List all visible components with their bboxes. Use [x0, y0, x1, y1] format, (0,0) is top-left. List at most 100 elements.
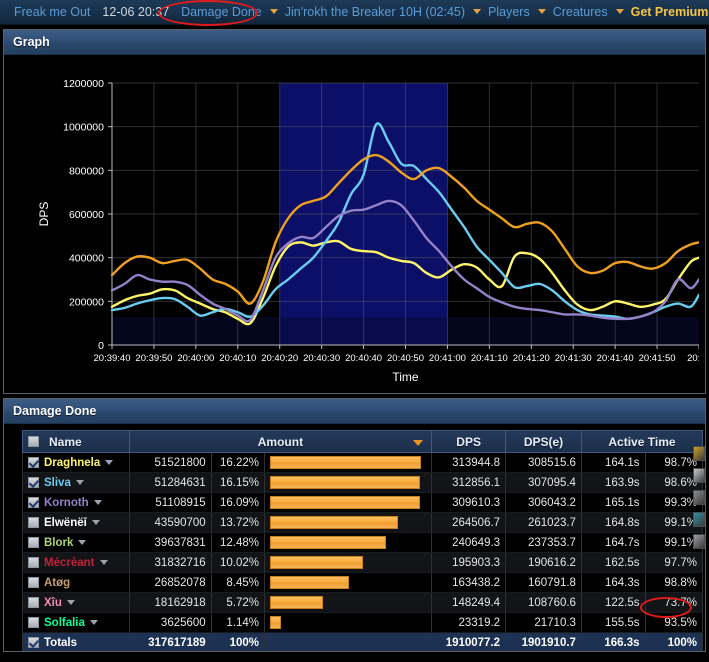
column-header-name[interactable]: Name	[22, 430, 130, 453]
ability-icon[interactable]	[693, 490, 705, 505]
amount-bar-track	[270, 516, 426, 529]
table-row[interactable]: Blork 39637831 12.48% 240649.3 237353.7 164.7…	[22, 532, 704, 553]
chevron-down-icon-damage-done[interactable]	[269, 9, 278, 14]
column-header-amount-label: Amount	[257, 434, 304, 449]
table-cell-totals-name[interactable]: Totals	[22, 632, 130, 651]
y-axis-tick-label: 1200000	[63, 78, 104, 90]
ability-icon[interactable]	[693, 534, 705, 549]
column-header-active-time[interactable]: Active Time	[580, 430, 704, 453]
row-checkbox[interactable]	[28, 556, 39, 568]
player-name-label[interactable]: Kornoth	[44, 497, 89, 509]
table-cell-percent: 16.09%	[210, 492, 266, 513]
row-checkbox[interactable]	[28, 516, 39, 528]
chevron-down-icon-player[interactable]	[91, 519, 100, 525]
sort-descending-icon[interactable]	[413, 440, 424, 446]
amount-bar-fill	[270, 516, 398, 529]
table-cell-amount: 26852078	[128, 572, 212, 593]
player-name-label[interactable]: Solfalia	[44, 617, 85, 629]
table-cell-active-percent: 73.7%	[644, 592, 704, 613]
column-header-dps-effective[interactable]: DPS(e)	[505, 430, 582, 453]
table-cell-amount: 31832716	[128, 552, 212, 573]
x-axis-tick-label: 20:40:40	[345, 353, 382, 364]
table-row[interactable]: Atøg 26852078 8.45% 163438.2 160791.8 164.3s 9…	[22, 572, 704, 593]
nav-item-encounter[interactable]: Jin'rokh the Breaker 10H (02:45)	[279, 0, 471, 25]
chevron-down-icon-player[interactable]	[89, 619, 98, 625]
chevron-down-icon-player[interactable]	[78, 539, 87, 545]
table-cell-amount: 51108915	[128, 492, 212, 513]
player-name-label[interactable]: Atøg	[44, 577, 70, 589]
row-checkbox[interactable]	[28, 496, 39, 508]
table-cell-amount: 3625600	[128, 612, 212, 633]
table-cell-amount-bar	[264, 572, 433, 593]
table-cell-name[interactable]: Mécrèant	[22, 552, 130, 573]
player-name-label[interactable]: Draghnela	[44, 457, 100, 469]
column-header-dps[interactable]: DPS	[431, 430, 507, 453]
table-cell-amount: 39637831	[128, 532, 212, 553]
row-checkbox[interactable]	[28, 476, 39, 488]
row-checkbox[interactable]	[28, 536, 39, 548]
table-cell-name[interactable]: Blork	[22, 532, 130, 553]
totals-checkbox[interactable]	[28, 636, 39, 648]
ability-icon[interactable]	[693, 512, 705, 527]
table-row[interactable]: Sliva 51284631 16.15% 312856.1 307095.4 163.9…	[22, 472, 704, 493]
table-cell-dps-effective: 261023.7	[505, 512, 582, 533]
table-row[interactable]: Elwënëī 43590700 13.72% 264506.7 261023.7 164…	[22, 512, 704, 533]
nav-item-damage-done[interactable]: Damage Done	[175, 0, 268, 25]
player-name-label[interactable]: Blork	[44, 537, 73, 549]
table-cell-amount: 51284631	[128, 472, 212, 493]
table-cell-name[interactable]: Solfalia	[22, 612, 130, 633]
top-navigation-bar: Freak me Out 12-06 20:37 Damage Done Jin…	[0, 0, 709, 25]
chevron-down-icon-players[interactable]	[537, 9, 546, 14]
table-row[interactable]: Draghnela 51521800 16.22% 313944.8 308515.6 1…	[22, 452, 704, 473]
ability-icon[interactable]	[693, 446, 705, 461]
amount-bar-fill	[270, 596, 324, 609]
chevron-down-icon-player[interactable]	[66, 599, 75, 605]
table-row[interactable]: Solfalia 3625600 1.14% 23319.2 21710.3 155.5s…	[22, 612, 704, 633]
select-all-checkbox[interactable]	[28, 436, 39, 447]
table-cell-name[interactable]: Xîu	[22, 592, 130, 613]
player-name-label[interactable]: Mécrèant	[44, 557, 95, 569]
nav-item-players[interactable]: Players	[482, 0, 536, 25]
chevron-down-icon-player[interactable]	[105, 459, 114, 465]
table-cell-name[interactable]: Sliva	[22, 472, 130, 493]
table-cell-totals-dps: 1910077.2	[431, 632, 507, 651]
nav-item-get-premium[interactable]: Get Premium	[625, 0, 709, 25]
player-name-label[interactable]: Xîu	[44, 597, 62, 609]
chevron-down-icon-player[interactable]	[93, 499, 102, 505]
table-cell-name[interactable]: Atøg	[22, 572, 130, 593]
player-name-label[interactable]: Sliva	[44, 477, 71, 489]
table-row[interactable]: Kornoth 51108915 16.09% 309610.3 306043.2 165…	[22, 492, 704, 513]
player-name-label[interactable]: Elwënëī	[44, 517, 87, 529]
x-axis-tick-label: 20:40:20	[261, 353, 298, 364]
chevron-down-icon-creatures[interactable]	[615, 9, 624, 14]
amount-bar-fill	[270, 456, 422, 469]
column-header-amount[interactable]: Amount	[128, 430, 433, 453]
dps-chart-svg[interactable]: 0 200000 400000 600000 800000 1000000 1200000 D…	[4, 55, 705, 393]
table-cell-amount-bar	[264, 552, 433, 573]
table-cell-name[interactable]: Kornoth	[22, 492, 130, 513]
row-checkbox[interactable]	[28, 596, 39, 608]
table-cell-dps: 148249.4	[431, 592, 507, 613]
nav-item-creatures[interactable]: Creatures	[547, 0, 614, 25]
table-row-totals[interactable]: Totals 317617189 100% 1910077.2 1901910.7 166…	[22, 632, 704, 651]
chevron-down-icon-encounter[interactable]	[473, 9, 482, 14]
row-checkbox[interactable]	[28, 616, 39, 628]
y-axis-tick-label: 1000000	[63, 122, 104, 134]
chevron-down-icon-player[interactable]	[99, 559, 108, 565]
table-row[interactable]: Xîu 18162918 5.72% 148249.4 108760.6 122.5s 73…	[22, 592, 704, 613]
table-cell-name[interactable]: Elwënëī	[22, 512, 130, 533]
table-cell-totals-percent: 100%	[210, 632, 266, 651]
table-cell-name[interactable]: Draghnela	[22, 452, 130, 473]
chevron-down-icon-player[interactable]	[75, 479, 84, 485]
damage-done-panel: Damage Done Name Amount DPS DPS(e) Activ…	[3, 398, 706, 652]
row-checkbox[interactable]	[28, 456, 39, 468]
table-cell-active-time: 164.8s	[580, 512, 646, 533]
row-checkbox[interactable]	[28, 576, 39, 588]
dps-graph[interactable]: 0 200000 400000 600000 800000 1000000 1200000 D…	[4, 55, 705, 393]
graph-panel: Graph 0 200000 400000 600000 800000 1000000 12…	[3, 29, 706, 394]
nav-item-report-title[interactable]: Freak me Out	[8, 0, 96, 25]
x-axis-tick-label: 20:39:40	[94, 353, 131, 364]
ability-icon[interactable]	[693, 468, 705, 483]
table-cell-percent: 1.14%	[210, 612, 266, 633]
table-row[interactable]: Mécrèant 31832716 10.02% 195903.3 190616.2 16…	[22, 552, 704, 573]
